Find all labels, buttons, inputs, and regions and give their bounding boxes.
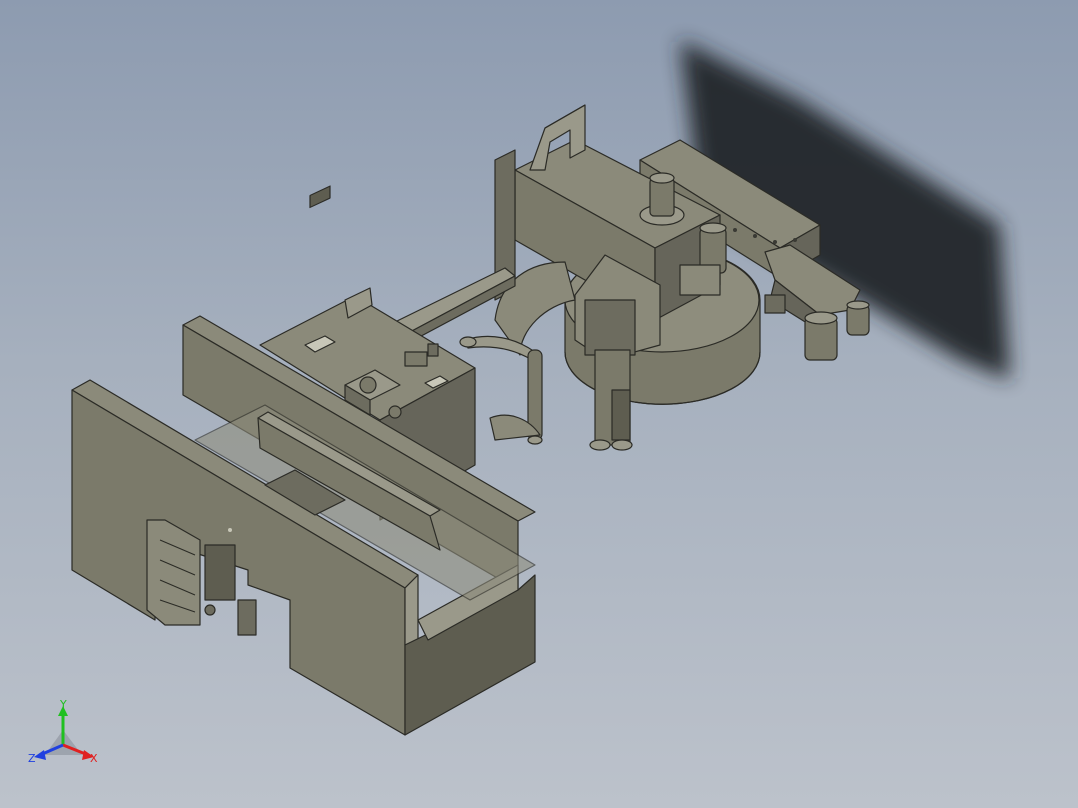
- 3d-model-viewport[interactable]: Y X Z: [0, 0, 1078, 808]
- coordinate-triad-icon: Y X Z: [28, 698, 98, 765]
- z-axis-label: Z: [28, 752, 36, 765]
- y-axis-label: Y: [59, 698, 67, 711]
- machine-assembly[interactable]: [71, 104, 870, 736]
- top-motor: [649, 177, 675, 217]
- x-axis-label: X: [90, 752, 98, 765]
- side-bracket: [146, 519, 201, 626]
